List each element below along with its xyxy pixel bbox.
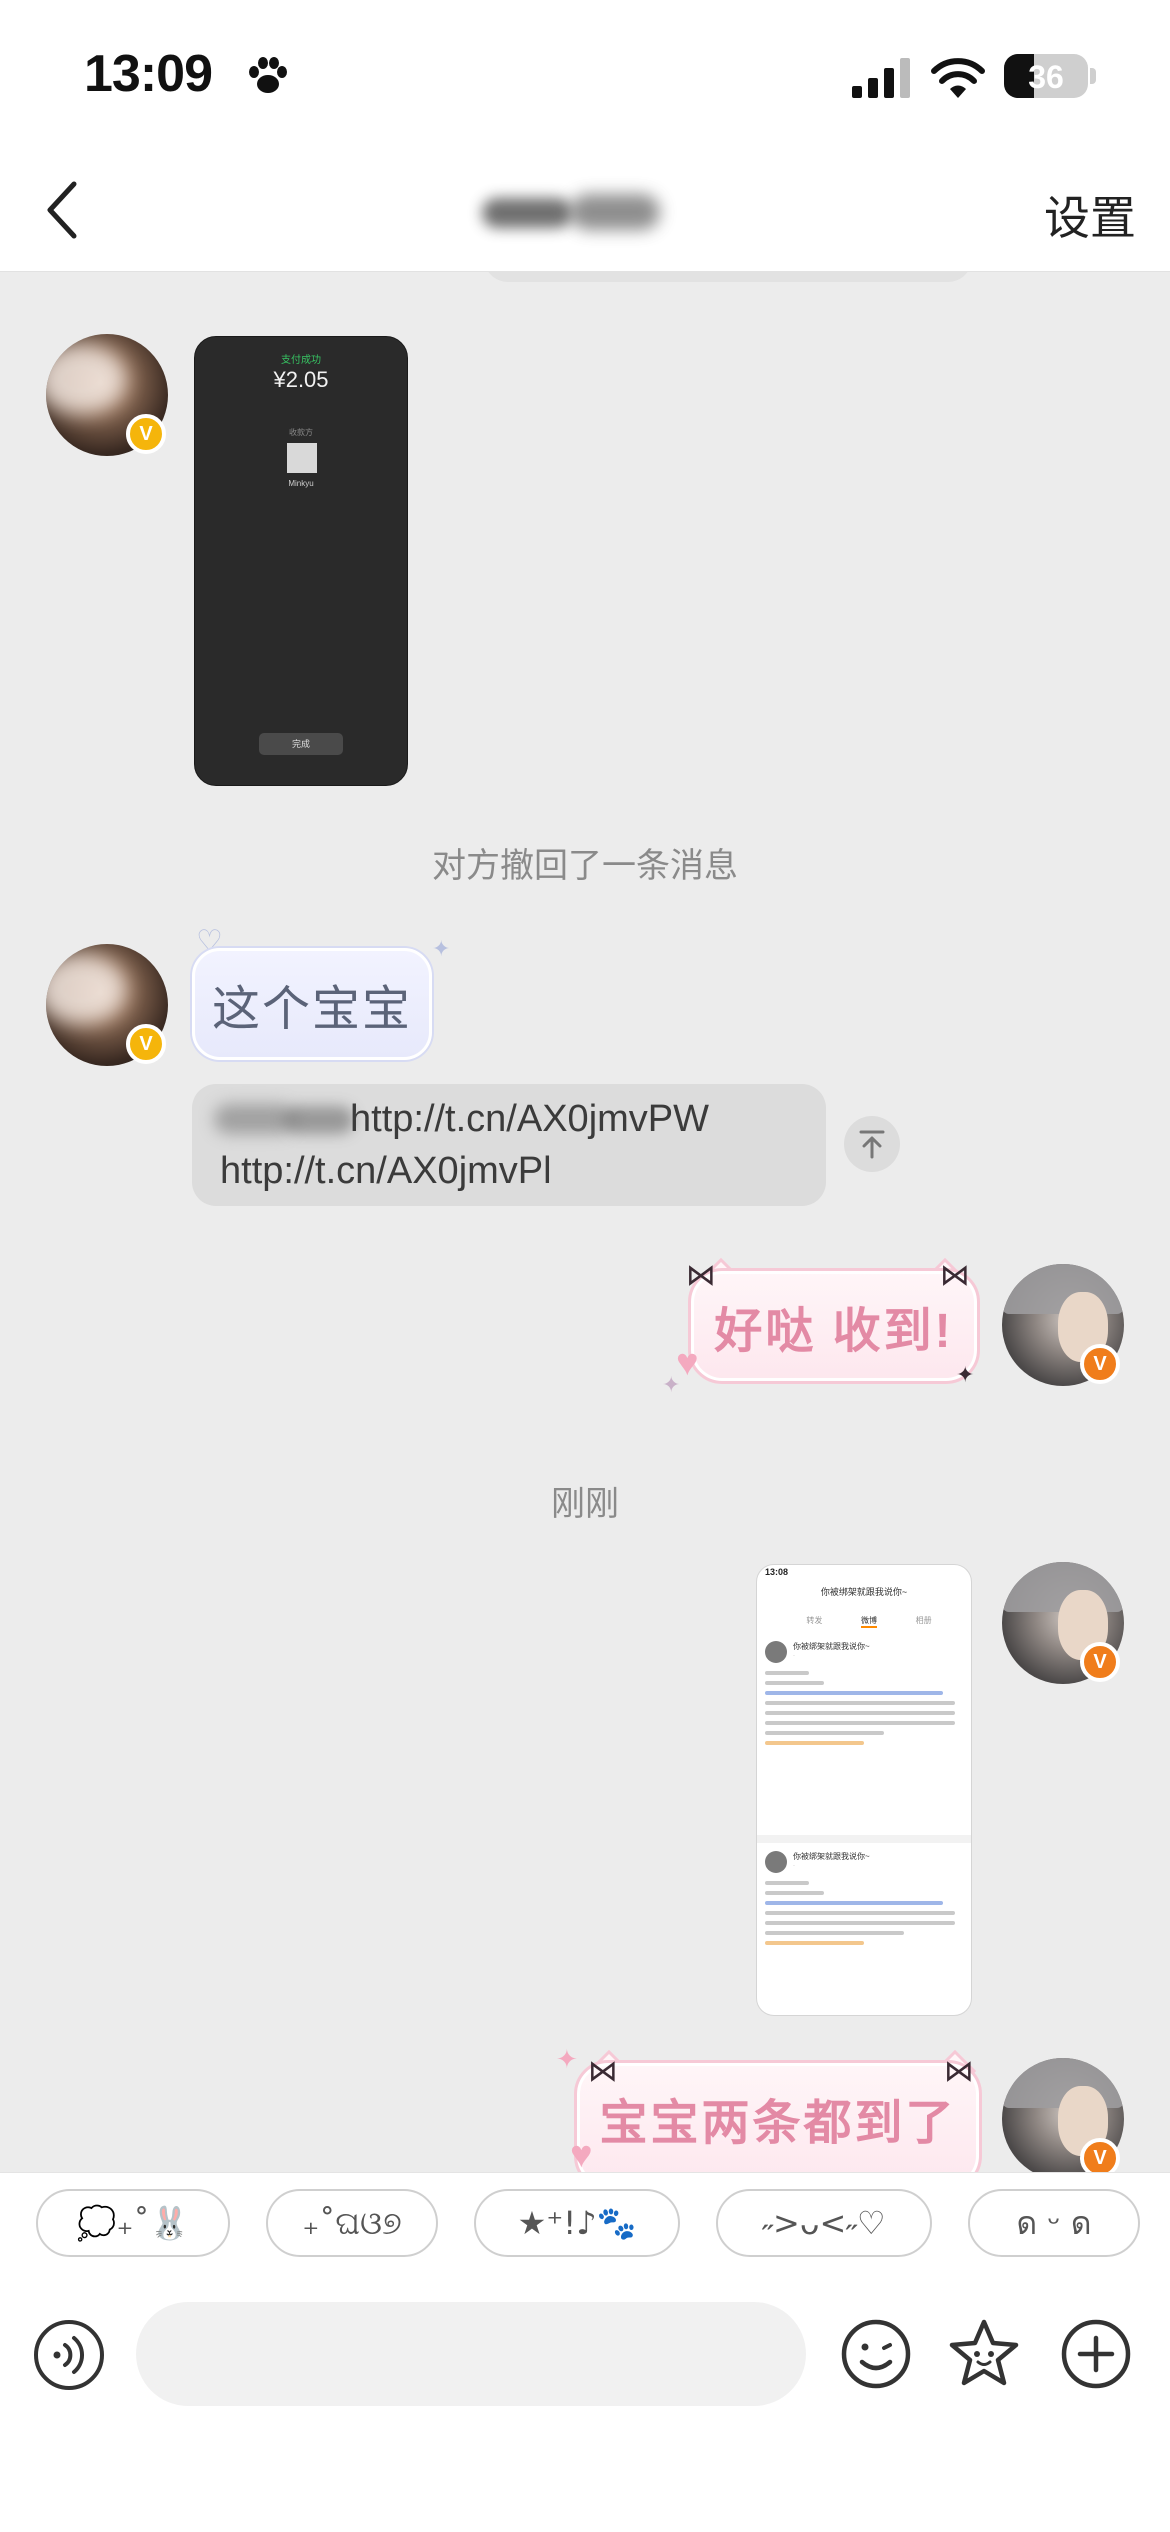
emoticon-chip[interactable]: ₊˚ଘଓ୭ — [266, 2189, 438, 2257]
star-sticker-icon — [949, 2319, 1019, 2386]
bow-icon: ⋈ — [588, 2055, 618, 2088]
emoticon-chip[interactable]: 💭₊˚🐰 — [36, 2189, 230, 2257]
payment-done-button: 完成 — [259, 733, 343, 755]
voice-button[interactable] — [34, 2320, 104, 2390]
previous-message-bubble — [484, 272, 972, 282]
image-message-weibo[interactable]: 13:08 你被绑架就跟我说你~ 转发 微博 相册 你被绑架就跟我说你~ · 你… — [756, 1564, 972, 2016]
sparkle-icon: ✦ — [432, 936, 451, 961]
bow-icon: ⋈ — [944, 2055, 974, 2088]
battery-nub — [1090, 68, 1096, 84]
screenshot-post-author: 你被绑架就跟我说你~ — [793, 1852, 870, 1861]
screenshot-tabs: 转发 微博 相册 — [787, 1615, 951, 1628]
screenshot-post-author: 你被绑架就跟我说你~ — [793, 1642, 870, 1651]
message-input[interactable] — [136, 2302, 806, 2406]
battery-icon: 36 — [1004, 54, 1088, 98]
payment-app-label: 支付成功 — [281, 355, 321, 366]
voice-icon — [53, 2336, 85, 2374]
text-message-bubble[interactable]: 宝宝两条都到了 — [574, 2060, 982, 2172]
screenshot-status-time: 13:08 — [765, 1567, 789, 1577]
signal-icon — [852, 58, 910, 98]
timestamp: 刚刚 — [551, 1485, 619, 1523]
payee-name: Minkyu — [288, 479, 314, 488]
image-message-payment[interactable]: 支付成功 ¥2.05 收款方 Minkyu 完成 — [194, 336, 408, 786]
input-bar — [0, 2272, 1170, 2532]
battery-text: 36 — [1028, 59, 1064, 95]
sparkle-icon: ✦ — [556, 2044, 578, 2074]
scroll-to-top-button[interactable] — [844, 1116, 900, 1172]
screenshot-post: 你被绑架就跟我说你~ · — [765, 1641, 963, 1801]
link-message-bubble[interactable]: http://t.cn/AX0jmvPW http://t.cn/AX0jmvP… — [192, 1084, 826, 1206]
emoticon-chip[interactable]: ด ᵕ ด — [968, 2189, 1140, 2257]
verified-badge-icon: V — [1080, 1642, 1120, 1682]
verified-badge-icon: V — [126, 414, 166, 454]
back-button[interactable] — [22, 170, 102, 250]
message-text: 宝宝两条都到了 — [599, 2097, 957, 2150]
bow-icon: ⋈ — [940, 1259, 970, 1292]
payment-amount: ¥2.05 — [273, 367, 329, 392]
emoticon-chip[interactable]: ˶>ᴗ<˶♡ — [716, 2189, 932, 2257]
verified-badge-icon: V — [1080, 1344, 1120, 1384]
emoticon-chip[interactable]: ★⁺!♪🐾 — [474, 2189, 680, 2257]
more-button[interactable] — [1056, 2314, 1136, 2394]
sparkle-icon: ✦ — [956, 1362, 975, 1387]
sender-name-redacted — [214, 1098, 364, 1138]
arrow-up-icon — [859, 1130, 885, 1159]
text-message-bubble[interactable]: 这个宝宝 — [192, 948, 432, 1060]
chevron-left-icon — [47, 181, 77, 239]
status-bar: 13:09 36 — [0, 0, 1170, 150]
message-text: 好哒 收到! — [714, 1305, 954, 1358]
chat-area[interactable]: V 支付成功 ¥2.05 收款方 Minkyu 完成 对方撤回了一条消息 V ♡… — [0, 272, 1170, 2172]
screenshot-tab: 转发 — [806, 1616, 823, 1625]
screenshot-title: 你被绑架就跟我说你~ — [820, 1587, 908, 1597]
payee-avatar — [287, 443, 317, 473]
heart-icon: ♥ — [570, 2134, 593, 2172]
emoji-button[interactable] — [836, 2314, 916, 2394]
contact-name-redacted — [470, 190, 680, 236]
payee-title: 收款方 — [289, 428, 313, 437]
bow-icon: ⋈ — [686, 1259, 716, 1292]
verified-badge-icon: V — [1080, 2138, 1120, 2172]
screenshot-tab: 相册 — [915, 1616, 932, 1625]
message-text: 这个宝宝 — [211, 983, 412, 1036]
screenshot-tab-active: 微博 — [860, 1615, 877, 1628]
quick-emoticon-bar: 💭₊˚🐰 ₊˚ଘଓ୭ ★⁺!♪🐾 ˶>ᴗ<˶♡ ด ᵕ ด — [0, 2172, 1170, 2272]
status-time: 13:09 — [84, 45, 213, 103]
sparkle-icon: ✦ — [662, 1372, 681, 1397]
chat-header: 设置 — [0, 150, 1170, 272]
plus-circle-icon — [1061, 2319, 1131, 2389]
screenshot-post: 你被绑架就跟我说你~ · — [765, 1851, 963, 2011]
link-text[interactable]: http://t.cn/AX0jmvPW — [350, 1098, 709, 1141]
sticker-button[interactable] — [944, 2314, 1024, 2394]
settings-button[interactable]: 设置 — [1044, 182, 1136, 248]
paw-icon — [249, 57, 287, 93]
link-text[interactable]: http://t.cn/AX0jmvPl — [220, 1150, 552, 1193]
verified-badge-icon: V — [126, 1024, 166, 1064]
wifi-icon — [931, 58, 985, 98]
recall-notice: 对方撤回了一条消息 — [432, 847, 738, 885]
smiley-icon — [841, 2319, 911, 2389]
text-message-bubble[interactable]: 好哒 收到! — [688, 1268, 980, 1384]
